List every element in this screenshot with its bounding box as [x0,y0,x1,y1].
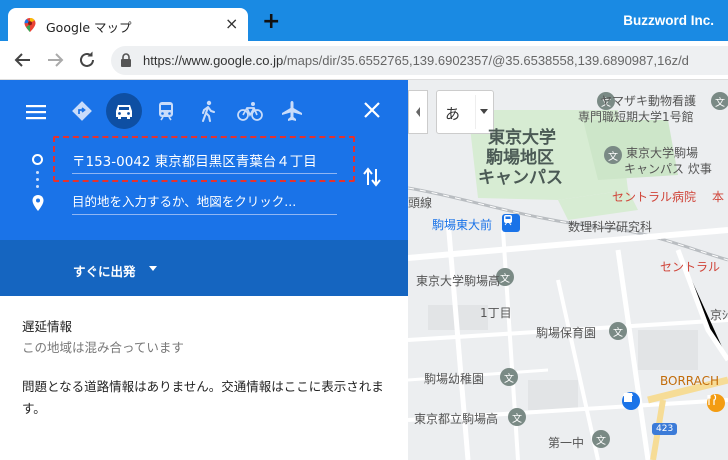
url-host: https://www.google.co.jp [143,53,284,68]
map-label-line: 頭線 [408,196,433,210]
browser-tab[interactable]: Google マップ × [8,8,248,41]
map-canvas[interactable]: あ 文 文 文 文 文 文 文 文 423 ヤマザキ動物看護 専門職短期大学1号… [408,80,728,460]
map-label-central-suffix: 本 [712,190,725,204]
mode-flight-button[interactable] [274,93,310,129]
map-label-borracho: BORRACH [660,374,720,388]
url-text: https://www.google.co.jp/maps/dir/35.655… [143,53,689,68]
map-label-yamazaki: ヤマザキ動物看護 [600,94,697,108]
tab-title: Google マップ [46,20,132,35]
map-label-central-2: セントラル [660,260,721,274]
lock-icon [121,53,131,67]
poi-school-icon[interactable]: 文 [711,92,728,110]
traffic-body: 問題となる道路情報はありません。交通情報はここに表示されます。 [22,379,384,416]
dropdown-caret-icon[interactable] [149,266,157,271]
input-tools-button[interactable]: あ [436,90,494,134]
url-path: /maps/dir/35.6552765,139.6902357/@35.653… [283,53,689,68]
map-label-campus: 東京大学 [488,128,556,148]
map-label-station: 駒場東大前 [432,218,493,232]
walking-icon [202,100,215,122]
browser-titlebar: Google マップ × + Buzzword Inc. [0,0,728,41]
map-label-hoikuen: 駒場保育園 [536,326,597,340]
train-icon [159,102,173,121]
tab-close-button[interactable]: × [225,14,238,34]
airplane-icon [282,101,302,121]
map-label-kyou: 京ｼ [710,308,728,322]
highlight-box [53,136,355,182]
new-tab-button[interactable]: + [262,11,280,33]
poi-school-icon[interactable]: 文 [609,322,627,340]
map-label-kokuritsu: 東京都立駒場高 [414,412,499,426]
ime-caret-icon [475,95,488,129]
poi-shop-pin-icon[interactable] [622,392,640,410]
destination-pin-icon [32,195,44,211]
mode-bicycle-button[interactable] [232,93,268,129]
map-label-daiichi: 第一中 [548,436,585,450]
store-icon [623,393,633,402]
reload-icon[interactable] [76,49,98,71]
map-label-central-hospital: セントラル病院 [612,190,697,204]
mode-walk-button[interactable] [190,93,226,129]
browser-toolbar: https://www.google.co.jp/maps/dir/35.655… [0,41,728,80]
google-maps-favicon-icon [24,18,36,32]
address-bar[interactable]: https://www.google.co.jp/maps/dir/35.655… [111,46,728,75]
poi-school-icon[interactable]: 文 [592,430,610,448]
menu-icon[interactable] [26,104,46,120]
poi-school-icon[interactable]: 文 [604,146,622,164]
mode-car-button[interactable] [106,93,142,129]
map-label-yamazaki-2: 専門職短期大学1号館 [578,110,694,124]
bicycle-icon [237,102,263,121]
map-label-highschool: 東京大学駒場高 [416,274,501,288]
map-label-chome: 1丁目 [480,306,512,320]
collapse-panel-button[interactable] [408,90,428,134]
map-label-todai-2: キャンパス 炊事 [624,162,712,176]
mode-transit-button[interactable] [148,93,184,129]
directions-diamond-icon [72,101,92,121]
back-arrow-icon[interactable] [12,49,34,71]
train-station-icon [504,215,512,226]
station-icon[interactable] [502,214,520,232]
map-label-youchien: 駒場幼稚園 [424,372,485,386]
poi-school-icon[interactable]: 文 [508,408,526,426]
traffic-info: 遅延情報 この地域は混み合っています 問題となる道路情報はありません。交通情報は… [22,316,392,420]
route-shield: 423 [652,423,678,435]
close-directions-icon[interactable] [362,100,382,120]
car-icon [116,105,132,119]
depart-options-bar: すぐに出発 [0,240,408,296]
traffic-subtitle: この地域は混み合っています [22,340,184,355]
map-label-campus-2: 駒場地区 [486,148,554,168]
collapse-arrow-icon [416,107,420,117]
swap-direction-icon[interactable] [362,166,382,188]
destination-input[interactable]: 目的地を入力するか、地図をクリック... [72,185,337,215]
origin-circle-icon [32,154,43,165]
brand-label: Buzzword Inc. [623,13,714,28]
forward-arrow-icon[interactable] [44,49,66,71]
fork-knife-icon [707,394,717,405]
map-label-campus-3: キャンパス [478,168,563,188]
depart-now-dropdown[interactable]: すぐに出発 [73,261,136,280]
ime-label: あ [445,105,461,123]
poi-restaurant-icon[interactable] [707,394,725,412]
traffic-title: 遅延情報 [22,319,73,334]
poi-school-icon[interactable]: 文 [500,368,518,386]
mode-recommended-button[interactable] [64,93,100,129]
directions-header: 〒153-0042 東京都目黒区青葉台４丁目 目的地を入力するか、地図をクリック… [0,80,408,240]
map-label-todai: 東京大学駒場 [626,146,699,160]
directions-panel: 〒153-0042 東京都目黒区青葉台４丁目 目的地を入力するか、地図をクリック… [0,80,408,460]
map-label-suuri: 数理科学研究科 [568,220,653,234]
